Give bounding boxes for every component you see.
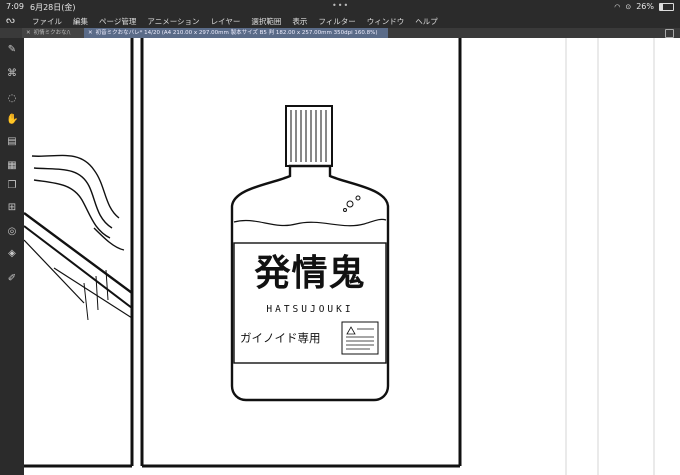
rotation-lock-icon: ⊙ [625, 2, 632, 11]
layer-icon[interactable]: ▤ [6, 136, 18, 148]
status-date: 6月28日(金) [30, 3, 76, 12]
menu-view[interactable]: 表示 [292, 16, 307, 27]
label-brand-kanji: 発情鬼 [254, 253, 366, 294]
copy-icon[interactable]: ❐ [6, 180, 18, 192]
status-right: ◠ ⊙ 26% [614, 2, 674, 11]
tab-document-1[interactable]: ✕ 初情ミクおな/\ [22, 28, 88, 38]
status-bar: 7:09 6月28日(金) ••• ◠ ⊙ 26% [0, 0, 680, 13]
status-time: 7:09 [6, 2, 24, 11]
menu-edit[interactable]: 編集 [73, 16, 88, 27]
navigator-icon[interactable]: ◎ [6, 226, 18, 238]
panel-icon[interactable]: ▦ [6, 160, 18, 172]
menu-list: ファイル 編集 ページ管理 アニメーション レイヤー 選択範囲 表示 フィルター… [32, 16, 438, 27]
pen-icon[interactable]: ✎ [6, 44, 18, 56]
tab-label: 初音ミクおなバレ* 14/20 (A4 210.00 x 297.00mm 製本… [95, 30, 378, 36]
left-panel [24, 38, 134, 468]
close-tab-icon[interactable]: ✕ [26, 30, 31, 36]
label-warning-box [341, 321, 379, 355]
menu-bar: ᔓ ファイル 編集 ページ管理 アニメーション レイヤー 選択範囲 表示 フィル… [0, 13, 680, 28]
menu-help[interactable]: ヘルプ [415, 16, 438, 27]
left-toolbar: ✎ ⌘ ◌ ✋ ▤ ▦ ❐ ⊞ ◎ ◈ ✐ [0, 38, 24, 475]
app-logo-icon[interactable]: ᔓ [6, 15, 18, 26]
lasso-icon[interactable]: ◌ [6, 93, 18, 105]
menu-window[interactable]: ウィンドウ [367, 16, 405, 27]
menu-filter[interactable]: フィルター [318, 16, 355, 27]
wifi-icon: ◠ [614, 2, 621, 11]
brush-icon[interactable]: ⌘ [6, 68, 18, 80]
tab-document-active[interactable]: ✕ 初音ミクおなバレ* 14/20 (A4 210.00 x 297.00mm 製… [84, 28, 388, 38]
battery-icon [659, 2, 674, 11]
label-sub-text: ガイノイド専用 [240, 331, 321, 345]
document-tab-bar: ✕ 初情ミクおな/\ ✕ 初音ミクおなバレ* 14/20 (A4 210.00 x … [0, 28, 680, 38]
canvas-area[interactable]: 発情鬼 HATSUJOUKI ガイノイド専用 [24, 38, 680, 475]
multitask-dots-icon[interactable]: ••• [332, 1, 349, 10]
menu-file[interactable]: ファイル [32, 16, 62, 27]
battery-percent: 26% [636, 2, 654, 11]
tab-label: 初情ミクおな/\ [33, 30, 71, 36]
material-icon[interactable]: ⊞ [6, 202, 18, 214]
close-tab-icon[interactable]: ✕ [88, 30, 93, 36]
menu-layer[interactable]: レイヤー [211, 16, 241, 27]
menu-page[interactable]: ページ管理 [99, 16, 136, 27]
tab-options-icon[interactable] [665, 29, 674, 38]
menu-selection[interactable]: 選択範囲 [251, 16, 281, 27]
menu-animation[interactable]: アニメーション [147, 16, 199, 27]
hand-icon[interactable]: ✋ [6, 114, 18, 126]
label-brand-romaji: HATSUJOUKI [266, 304, 354, 315]
eyedropper-icon[interactable]: ✐ [6, 273, 18, 285]
stack-icon[interactable]: ◈ [6, 248, 18, 260]
